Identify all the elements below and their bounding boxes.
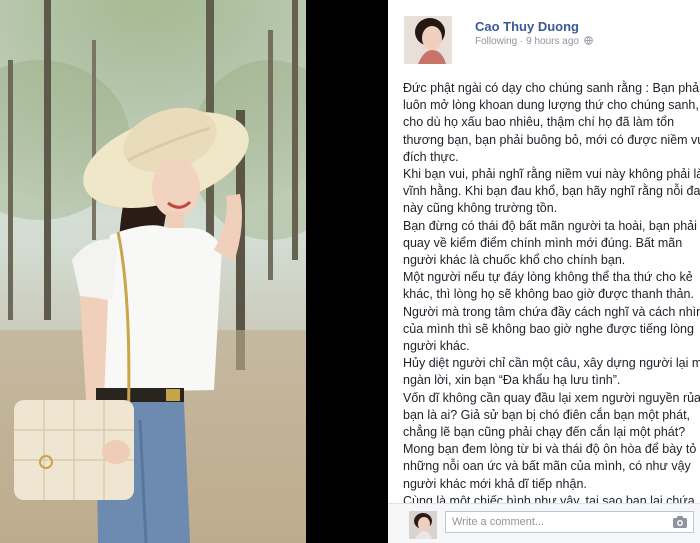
post-panel: Cao Thuy Duong Following · 9 hours ago Đ… xyxy=(388,0,700,543)
post-meta: Following · 9 hours ago xyxy=(475,36,593,47)
post-text-line: ngàn lời, xin bạn “Đa khẩu hạ lưu tình”. xyxy=(403,373,621,388)
post-text-line: người khác. xyxy=(403,339,470,354)
post-photo[interactable] xyxy=(0,0,306,543)
post-text-line: chẳng lẽ bạn cũng phải chạy đến cắn lại … xyxy=(403,425,686,440)
post-text: Đức phật ngài có dạy cho chúng sanh rằng… xyxy=(403,80,700,527)
post-text-line: Khi bạn vui, phải nghĩ rằng niềm vui này… xyxy=(403,167,700,182)
post-text-line: người khác mới khả dĩ tiếp nhận. xyxy=(403,476,587,491)
comment-input[interactable]: Write a comment... xyxy=(445,511,694,533)
post-text-line: Một người nếu tự đáy lòng không thể tha … xyxy=(403,270,693,285)
post-text-line: Bạn đừng có thái độ bất mãn người ta hoà… xyxy=(403,218,697,233)
globe-icon[interactable] xyxy=(584,36,593,45)
post-text-line: người khác là chuốc khổ cho chính bạn. xyxy=(403,253,626,268)
post-text-line: những nỗi oan ức và bất mãn của mình, có… xyxy=(403,459,691,474)
post-text-line: khác, thì lòng họ sẽ không bao giờ được … xyxy=(403,287,694,302)
woman-in-hat-photo xyxy=(0,0,306,543)
post-text-line: Vốn dĩ không cần quay đầu lại xem người … xyxy=(403,390,700,405)
post-text-line: Người mà trong tâm chứa đầy cách nghĩ và… xyxy=(403,304,700,319)
post-text-line: bạn là ai? Giả sử bạn bị chó điên cắn bạ… xyxy=(403,407,691,422)
post-text-line: Đức phật ngài có dạy cho chúng sanh rằng… xyxy=(403,81,700,95)
post-text-line: quay về kiểm điểm chính mình mới đúng. B… xyxy=(403,235,683,250)
comment-placeholder: Write a comment... xyxy=(452,516,545,528)
post-text-line: Mong bạn đem lòng từ bi và thái độ ôn hò… xyxy=(403,442,697,457)
post-meta-text: Following · 9 hours ago xyxy=(475,36,579,47)
post-text-line: thương bạn, bạn phải buông bỏ, mới có đư… xyxy=(403,132,700,147)
author-avatar[interactable] xyxy=(404,16,452,64)
post-text-line: Hủy diệt người chỉ cần một câu, xây dựng… xyxy=(403,356,700,371)
commenter-avatar xyxy=(409,511,437,539)
post-text-line: này cũng không trường tồn. xyxy=(403,201,558,216)
post-text-line: đích thực. xyxy=(403,149,459,164)
post-text-line: luôn mở lòng khoan dung lượng thứ cho ch… xyxy=(403,98,699,113)
avatar-image xyxy=(404,16,452,64)
post-text-line: cho dù họ xấu bao nhiêu, thậm chí họ đã … xyxy=(403,115,675,130)
camera-icon[interactable] xyxy=(672,515,688,529)
commenter-avatar-image xyxy=(409,511,437,539)
post-text-line: của mình thì sẽ không bao giờ nghe được … xyxy=(403,321,694,336)
post-header: Cao Thuy Duong Following · 9 hours ago xyxy=(404,16,694,66)
author-name-link[interactable]: Cao Thuy Duong xyxy=(475,19,579,34)
comment-bar: Write a comment... xyxy=(388,503,700,543)
post-text-line: vĩnh hằng. Khi bạn đau khổ, bạn hãy nghĩ… xyxy=(403,184,700,199)
photo-viewer-gap xyxy=(306,0,388,543)
